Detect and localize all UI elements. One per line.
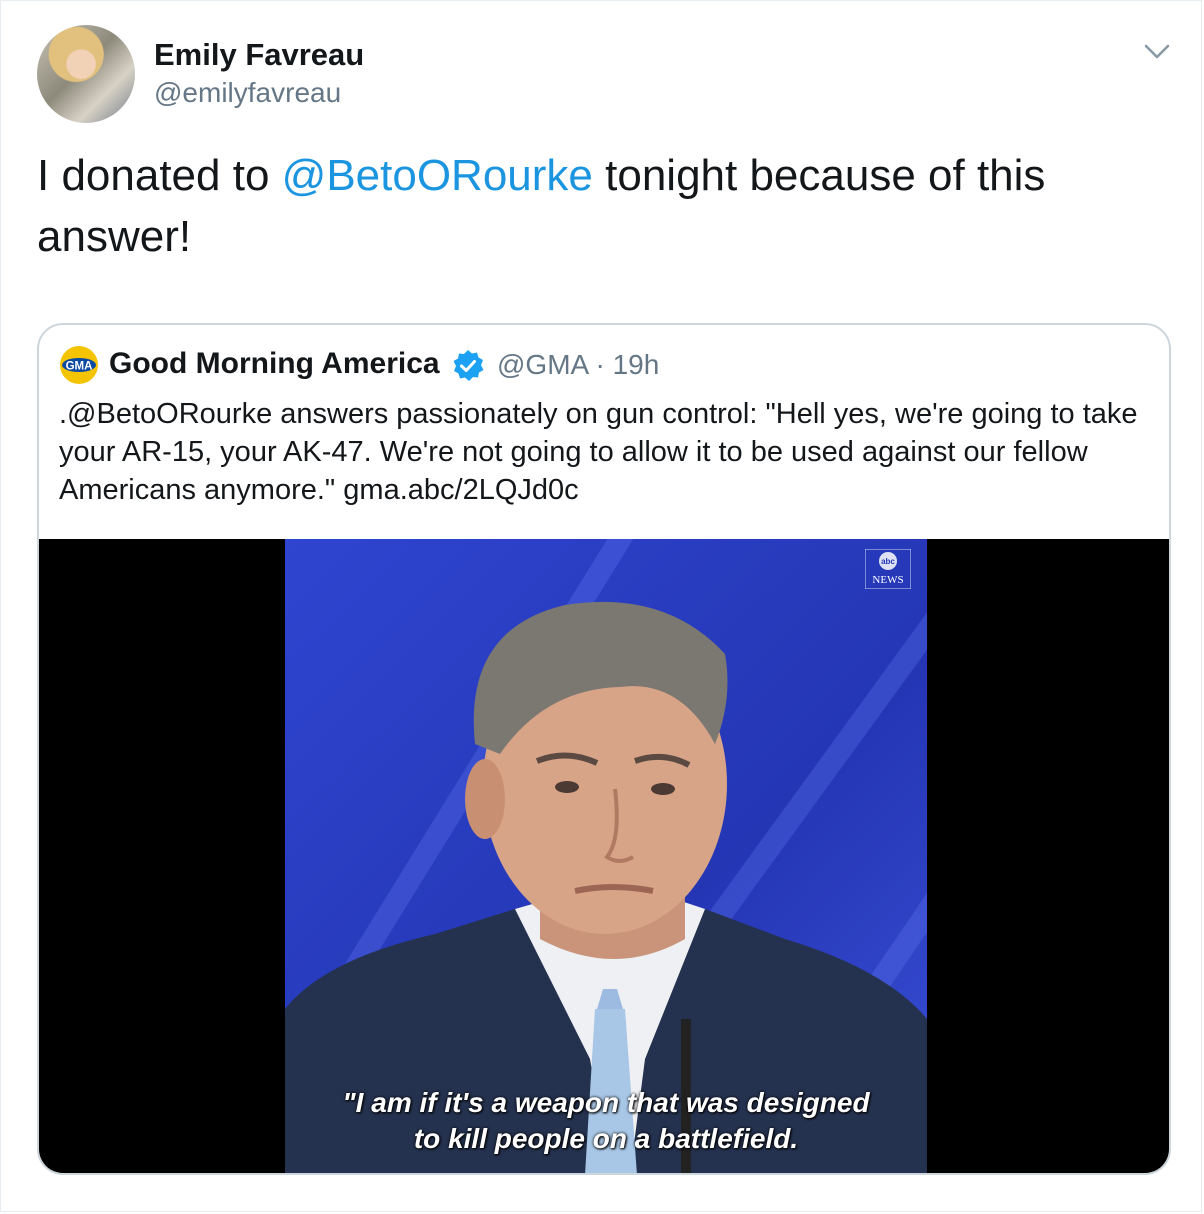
video-caption-line-1: "I am if it's a weapon that was designed [342, 1087, 870, 1118]
tweet-text: I donated to @BetoORourke tonight becaus… [37, 145, 1157, 267]
video-frame: abc NEWS "I am if it's a weapon that was… [285, 539, 927, 1173]
quoted-author-name[interactable]: Good Morning America [109, 347, 440, 381]
author-avatar[interactable] [37, 25, 135, 123]
meta-separator: · [595, 349, 605, 380]
svg-text:NEWS: NEWS [872, 574, 903, 586]
quoted-meta: @GMA · 19h [497, 349, 659, 381]
chevron-down-icon[interactable] [1141, 37, 1173, 65]
video-caption-line-2: to kill people on a battlefield. [413, 1123, 799, 1154]
abc-news-logo-icon: abc NEWS [865, 549, 911, 589]
tweet-text-before: I donated to [37, 151, 282, 200]
svg-text:GMA: GMA [66, 361, 93, 373]
verified-badge-icon [453, 350, 484, 381]
author-name[interactable]: Emily Favreau [154, 37, 364, 73]
video-still [285, 539, 927, 1173]
quoted-tweet-text: .@BetoORourke answers passionately on gu… [59, 398, 1138, 506]
tweet-card: Emily Favreau @emilyfavreau I donated to… [0, 0, 1202, 1212]
author-handle[interactable]: @emilyfavreau [154, 77, 341, 109]
video-player[interactable]: abc NEWS "I am if it's a weapon that was… [39, 539, 1169, 1173]
gma-logo-icon: GMA [60, 346, 98, 384]
svg-text:abc: abc [881, 557, 895, 566]
quoted-tweet[interactable]: GMA Good Morning America @GMA · 19h .@Be… [37, 323, 1171, 1175]
quoted-author-handle[interactable]: @GMA [497, 349, 588, 380]
mention-link[interactable]: @BetoORourke [282, 151, 593, 200]
quoted-timestamp[interactable]: 19h [613, 349, 660, 380]
video-caption: "I am if it's a weapon that was designed… [285, 1085, 927, 1157]
